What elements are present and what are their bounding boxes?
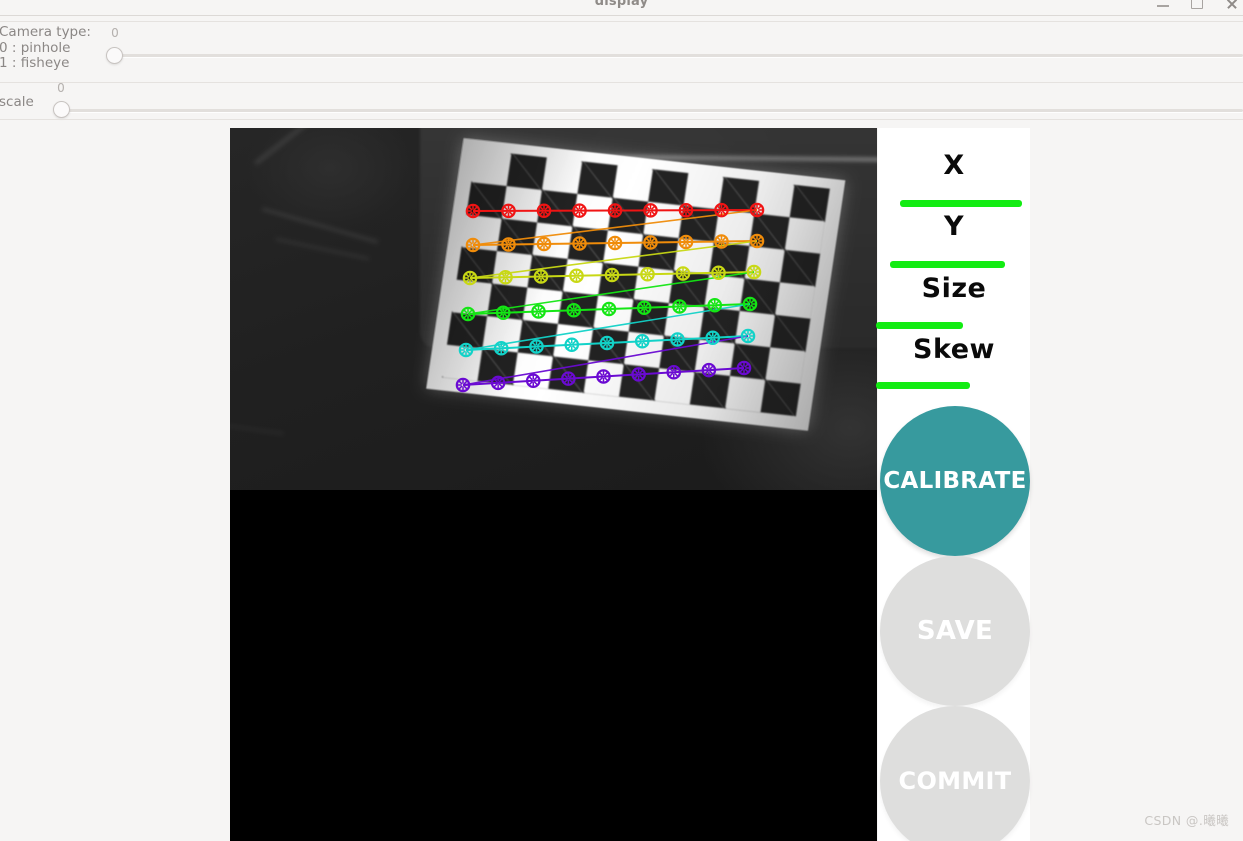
window-title: display (594, 0, 649, 9)
slider-scale-value: 0 (57, 81, 65, 95)
slider-scale-track[interactable] (62, 109, 1243, 112)
titlebar-separator (0, 21, 1243, 22)
maximize-icon (1191, 0, 1203, 9)
empty-black-region (230, 494, 877, 841)
corner-detection-overlay (455, 202, 765, 393)
minimize-button[interactable] (1155, 0, 1171, 12)
watermark: CSDN @.曦曦 (1144, 813, 1229, 828)
slider-camera-type-track[interactable] (115, 54, 1243, 57)
display-area: X Y Size Skew CALIBRATE SAVE COMMIT (230, 128, 1030, 841)
metric-label-y: Y (943, 211, 965, 242)
maximize-button[interactable] (1189, 0, 1205, 12)
calibration-panel: X Y Size Skew CALIBRATE SAVE COMMIT (876, 128, 1030, 841)
calibrate-button[interactable]: CALIBRATE (880, 406, 1030, 556)
slider-scale-knob[interactable] (53, 101, 70, 118)
metric-bar-skew (876, 382, 970, 389)
slider-camera-type-knob[interactable] (106, 47, 123, 64)
close-icon (1226, 0, 1237, 9)
metric-bar-x (900, 200, 1022, 207)
window-controls (1155, 0, 1239, 14)
metric-label-skew: Skew (913, 334, 995, 365)
close-button[interactable] (1223, 0, 1239, 12)
metric-bar-y (890, 261, 1005, 268)
slider-separator-2 (0, 119, 1243, 120)
title-bar: display (0, 0, 1243, 16)
application-window: display Camera type: 0 : pinhole 1 : fis… (0, 0, 1243, 841)
camera-feed (230, 128, 877, 494)
slider-camera-type-value: 0 (111, 26, 119, 40)
commit-button[interactable]: COMMIT (880, 706, 1030, 841)
slider-separator-1 (0, 82, 1243, 83)
minimize-icon (1157, 5, 1169, 7)
save-button[interactable]: SAVE (880, 556, 1030, 706)
metric-bar-size (876, 322, 963, 329)
metric-label-x: X (943, 150, 965, 181)
metric-label-size: Size (921, 273, 987, 304)
